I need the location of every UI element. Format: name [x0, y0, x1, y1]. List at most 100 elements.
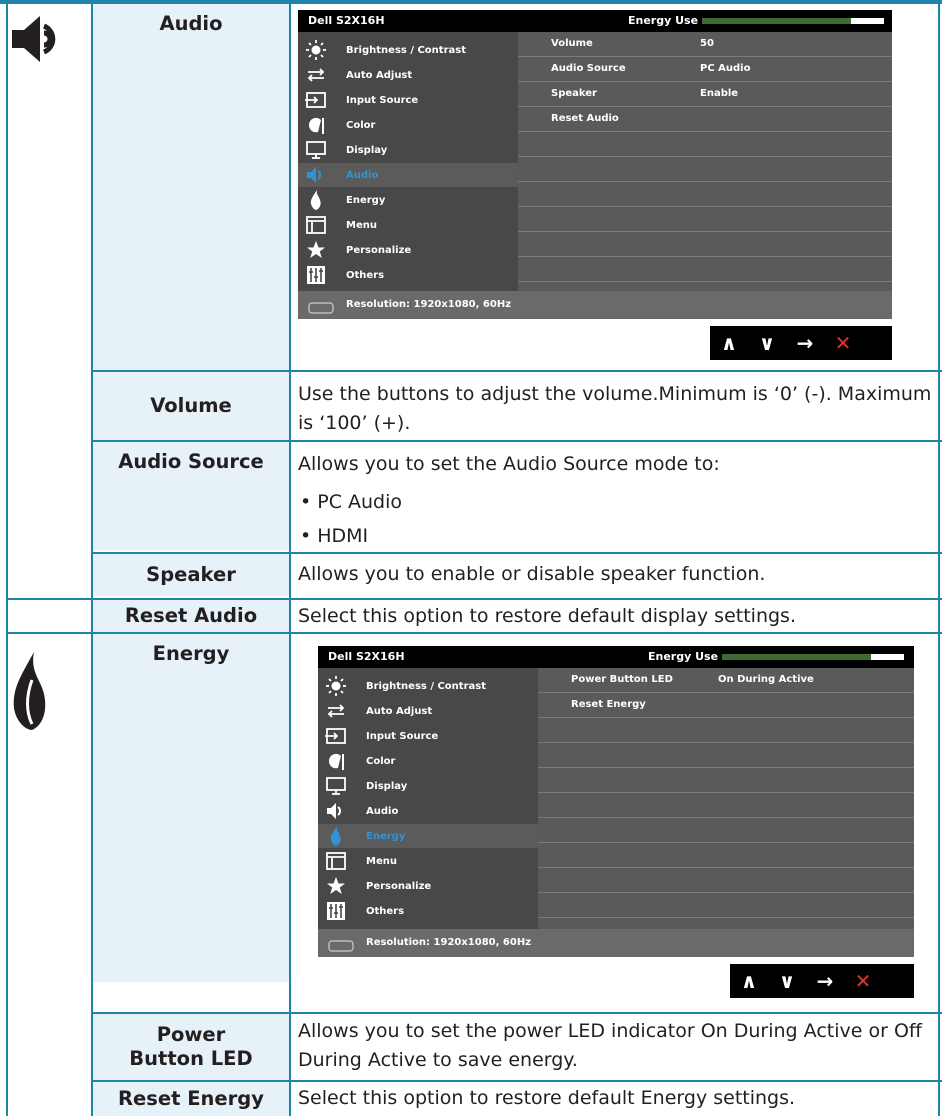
- osd-menu-item[interactable]: Color: [318, 749, 538, 773]
- power-led-description: Allows you to set the power LED indicato…: [298, 1020, 922, 1071]
- osd-menu-item[interactable]: Input Source: [318, 724, 538, 748]
- heading-label: Energy: [152, 642, 230, 665]
- osd-menu-item[interactable]: Menu: [298, 213, 518, 237]
- osd-submenu-row: [538, 793, 914, 818]
- osd-menu-item[interactable]: Personalize: [298, 238, 518, 262]
- menu-icon: [324, 850, 348, 872]
- osd-setting-name: Reset Energy: [571, 699, 646, 710]
- osd-submenu-row: [518, 232, 892, 257]
- reset-audio-description: Select this option to restore default di…: [298, 605, 796, 627]
- outer-left-border: [6, 600, 8, 1116]
- osd-menu-item[interactable]: Others: [298, 263, 518, 287]
- auto-adjust-icon: [324, 700, 348, 722]
- outer-right-border: [938, 0, 940, 1116]
- osd-brand: Dell S2X16H: [308, 14, 385, 27]
- heading-label: Reset Energy: [118, 1087, 264, 1110]
- osd-menu-item[interactable]: Auto Adjust: [318, 699, 538, 723]
- osd-submenu-row[interactable]: Speaker Enable: [518, 82, 892, 107]
- reset-energy-description: Select this option to restore default En…: [298, 1087, 796, 1109]
- osd-brand: Dell S2X16H: [328, 650, 405, 663]
- close-icon[interactable]: ✕: [844, 969, 882, 993]
- osd-menu-label: Energy: [366, 830, 406, 842]
- energy-use-meter: [702, 18, 884, 24]
- osd-submenu-row[interactable]: Reset Energy: [538, 693, 914, 718]
- osd-submenu-row: [538, 893, 914, 918]
- osd-submenu-row[interactable]: Audio Source PC Audio: [518, 57, 892, 82]
- osd-menu-label: Auto Adjust: [366, 705, 433, 717]
- osd-menu-label: Energy: [346, 194, 386, 206]
- volume-description: Use the buttons to adjust the volume.Min…: [298, 383, 932, 434]
- right-arrow-icon[interactable]: →: [806, 969, 844, 993]
- osd-submenu-row: [538, 868, 914, 893]
- osd-setting-value: Enable: [700, 88, 739, 99]
- osd-menu-label: Color: [366, 755, 396, 767]
- osd-menu-label: Others: [366, 905, 405, 917]
- osd-menu-label: Menu: [366, 855, 397, 867]
- brightness-icon: [304, 39, 328, 61]
- row-heading-power-button-led: Power Button LED: [93, 1014, 289, 1080]
- osd-menu-item[interactable]: Audio: [298, 163, 518, 187]
- input-source-icon: [304, 89, 328, 111]
- option-label: PC Audio: [317, 491, 403, 513]
- section-heading-audio: Audio: [93, 4, 289, 370]
- osd-menu-label: Personalize: [346, 244, 412, 256]
- osd-nav-buttons: ∧ ∨ → ✕: [730, 964, 914, 998]
- osd-setting-value: PC Audio: [700, 63, 751, 74]
- color-icon: [304, 114, 328, 136]
- osd-menu-label: Audio: [346, 169, 379, 181]
- osd-menu-label: Color: [346, 119, 376, 131]
- osd-menu-item[interactable]: Others: [318, 899, 538, 923]
- resolution-status: Resolution: 1920x1080, 60Hz: [346, 299, 512, 310]
- up-icon[interactable]: ∧: [710, 331, 748, 355]
- osd-submenu-row[interactable]: Power Button LED On During Active: [538, 668, 914, 693]
- personalize-icon: [304, 239, 328, 261]
- audio-source-description: Allows you to set the Audio Source mode …: [298, 453, 720, 475]
- osd-submenu-row[interactable]: Reset Audio: [518, 107, 892, 132]
- osd-menu-item[interactable]: Input Source: [298, 88, 518, 112]
- osd-menu-item[interactable]: Color: [298, 113, 518, 137]
- resolution-status: Resolution: 1920x1080, 60Hz: [366, 937, 532, 948]
- others-icon: [324, 900, 348, 922]
- right-arrow-icon[interactable]: →: [786, 331, 824, 355]
- osd-title-bar: Dell S2X16H Energy Use: [318, 646, 914, 668]
- display-icon: [324, 775, 348, 797]
- osd-menu-label: Others: [346, 269, 385, 281]
- option-label: HDMI: [317, 525, 369, 547]
- osd-menu-item[interactable]: Energy: [318, 824, 538, 848]
- osd-menu-item[interactable]: Energy: [298, 188, 518, 212]
- osd-screen-audio: Dell S2X16H Energy Use Brightness / Cont…: [298, 10, 892, 319]
- audio-source-option: • HDMI: [300, 525, 369, 547]
- row-heading-reset-energy: Reset Energy: [93, 1082, 289, 1116]
- osd-nav-buttons: ∧ ∨ → ✕: [710, 326, 892, 360]
- outer-left-border: [6, 0, 8, 598]
- energy-use-label: Energy Use: [648, 650, 719, 663]
- osd-setting-name: Audio Source: [551, 63, 626, 74]
- heading-label: Audio: [159, 12, 223, 35]
- energy-icon: [324, 825, 348, 847]
- down-icon[interactable]: ∨: [768, 969, 806, 993]
- up-icon[interactable]: ∧: [730, 969, 768, 993]
- osd-submenu-row: [518, 207, 892, 232]
- monitor-port-icon: [308, 299, 334, 318]
- osd-menu-item[interactable]: Audio: [318, 799, 538, 823]
- osd-menu-item[interactable]: Display: [318, 774, 538, 798]
- osd-menu-item[interactable]: Auto Adjust: [298, 63, 518, 87]
- osd-menu-item[interactable]: Menu: [318, 849, 538, 873]
- close-icon[interactable]: ✕: [824, 331, 862, 355]
- others-icon: [304, 264, 328, 286]
- osd-submenu-row[interactable]: Volume 50: [518, 32, 892, 57]
- energy-use-fill: [702, 18, 852, 24]
- osd-submenu: Power Button LED On During Active Reset En…: [538, 668, 914, 929]
- osd-menu-item[interactable]: Brightness / Contrast: [318, 674, 538, 698]
- osd-submenu-row: [518, 157, 892, 182]
- heading-label: Speaker: [146, 563, 236, 586]
- osd-submenu-row: [538, 743, 914, 768]
- row-heading-speaker: Speaker: [93, 554, 289, 596]
- input-source-icon: [324, 725, 348, 747]
- osd-menu-item[interactable]: Brightness / Contrast: [298, 38, 518, 62]
- down-icon[interactable]: ∨: [748, 331, 786, 355]
- osd-submenu: Volume 50 Audio Source PC Audio Speaker Enabl…: [518, 32, 892, 291]
- osd-menu-item[interactable]: Display: [298, 138, 518, 162]
- osd-menu-item[interactable]: Personalize: [318, 874, 538, 898]
- osd-status-bar: Resolution: 1920x1080, 60Hz: [298, 291, 892, 319]
